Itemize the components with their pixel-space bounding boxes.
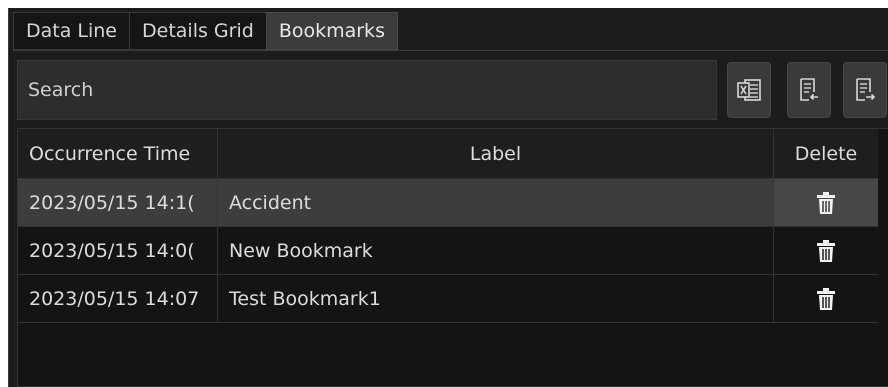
search-input[interactable] (17, 60, 717, 120)
bookmarks-panel: Data Line Details Grid Bookmarks Search … (8, 8, 888, 387)
occurrence-time-cell: 2023/05/15 14:0( (18, 227, 218, 274)
delete-bookmark-button[interactable] (815, 287, 837, 311)
trash-icon (817, 191, 835, 214)
delete-cell (774, 227, 878, 274)
excel-export-icon (737, 79, 761, 101)
trash-icon (817, 239, 835, 262)
document-import-icon (800, 78, 818, 101)
export-button[interactable] (843, 62, 887, 118)
column-header-label[interactable]: Label (218, 129, 774, 178)
grid-header: Occurrence Time Label Delete (18, 129, 878, 179)
table-row[interactable]: 2023/05/15 14:0( New Bookmark (18, 227, 878, 275)
label-cell: Accident (218, 179, 774, 226)
document-export-icon (856, 78, 876, 101)
tab-details-grid[interactable]: Details Grid (129, 12, 267, 50)
import-button[interactable] (787, 62, 831, 118)
delete-bookmark-button[interactable] (815, 239, 837, 263)
delete-bookmark-button[interactable] (815, 191, 837, 215)
bookmarks-grid: Occurrence Time Label Delete 2023/05/15 … (17, 128, 888, 387)
column-header-occurrence-time[interactable]: Occurrence Time (18, 129, 218, 178)
tab-data-line[interactable]: Data Line (13, 12, 131, 50)
label-cell: New Bookmark (218, 227, 774, 274)
occurrence-time-cell: 2023/05/15 14:1( (18, 179, 218, 226)
tab-bar: Data Line Details Grid Bookmarks (13, 12, 398, 50)
tab-divider (13, 50, 888, 51)
table-row[interactable]: 2023/05/15 14:1( Accident (18, 179, 878, 227)
trash-icon (817, 287, 835, 310)
delete-cell (774, 179, 878, 226)
table-row[interactable]: 2023/05/15 14:07 Test Bookmark1 (18, 275, 878, 323)
label-cell: Test Bookmark1 (218, 275, 774, 322)
column-header-delete[interactable]: Delete (774, 129, 878, 178)
occurrence-time-cell: 2023/05/15 14:07 (18, 275, 218, 322)
tab-bookmarks[interactable]: Bookmarks (265, 12, 398, 50)
delete-cell (774, 275, 878, 322)
export-excel-button[interactable] (727, 62, 771, 118)
